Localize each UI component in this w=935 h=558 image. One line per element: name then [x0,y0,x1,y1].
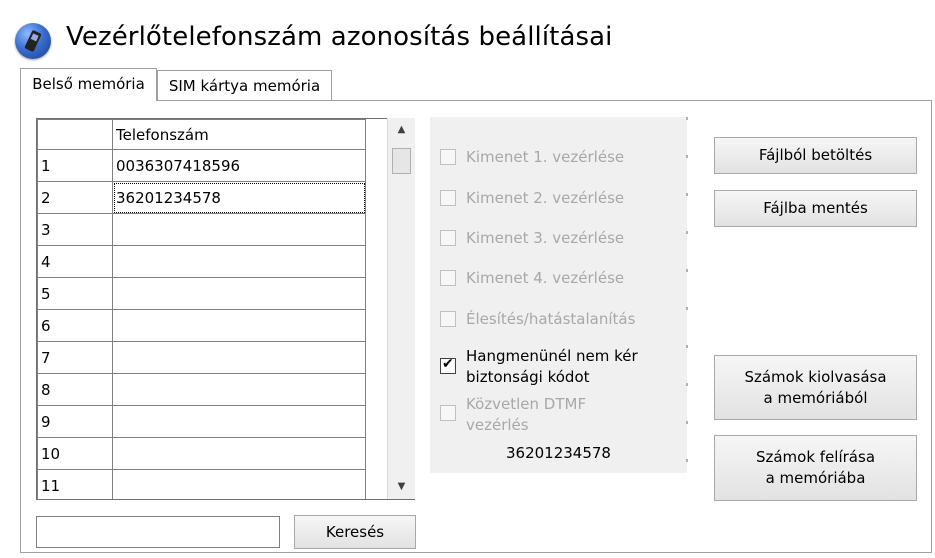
page-title: Vezérlőtelefonszám azonosítás beállítása… [66,22,613,52]
table-row[interactable]: 10 [37,437,366,470]
phone-number-cell[interactable] [112,309,366,342]
checkbox-output-4[interactable] [440,270,456,286]
row-number: 2 [37,181,113,214]
grid-corner-cell [37,119,113,150]
phone-number-cell[interactable] [112,245,366,278]
load-from-file-button[interactable]: Fájlból betöltés [714,137,917,174]
table-row[interactable]: 7 [37,341,366,374]
search-button[interactable]: Keresés [294,515,416,549]
phone-number-cell[interactable] [112,469,366,499]
phone-number-cell[interactable]: 0036307418596 [112,149,366,182]
checkbox-output-3[interactable] [440,230,456,246]
table-row[interactable]: 11 [37,469,366,499]
row-number: 10 [37,437,113,470]
checkbox-direct-dtmf-label-line1: Közvetlen DTMF [466,395,587,413]
checkbox-direct-dtmf[interactable] [440,405,456,421]
table-row[interactable]: 9 [37,405,366,438]
phone-number-cell[interactable] [112,405,366,438]
checkbox-no-security-code-label-line1: Hangmenünél nem kér [466,347,638,365]
write-numbers-label-line1: Számok felírása [755,448,876,466]
group-divider [686,117,688,473]
search-button-label: Keresés [325,522,385,541]
row-number: 8 [37,373,113,406]
row-number: 3 [37,213,113,246]
phone-number-cell[interactable] [112,213,366,246]
checkbox-output-2-label: Kimenet 2. vezérlése [466,189,625,207]
table-row[interactable]: 2 36201234578 [37,181,366,214]
read-numbers-button[interactable]: Számok kiolvasása a memóriából [714,355,917,420]
row-number: 5 [37,277,113,310]
load-from-file-label: Fájlból betöltés [758,146,873,164]
checkbox-direct-dtmf-label-line2: vezérlés [466,416,529,434]
checkbox-output-1-label: Kimenet 1. vezérlése [466,148,625,166]
row-number: 4 [37,245,113,278]
scroll-up-arrow-icon[interactable]: ▲ [388,120,415,140]
table-row[interactable]: 6 [37,309,366,342]
save-to-file-label: Fájlba mentés [763,199,868,217]
phone-number-cell[interactable] [112,341,366,374]
table-row[interactable]: 4 [37,245,366,278]
checkbox-no-security-code-label-line2: biztonsági kódot [466,368,590,386]
read-numbers-label-line1: Számok kiolvasása [744,367,887,386]
checkbox-output-4-label: Kimenet 4. vezérlése [466,269,625,287]
write-numbers-label-line2: a memóriába [765,469,866,487]
read-numbers-label-line2: a memóriából [763,388,868,407]
row-number: 6 [37,309,113,342]
grid-header-row: Telefonszám [37,119,366,150]
checkbox-output-3-label: Kimenet 3. vezérlése [466,229,625,247]
table-row[interactable]: 1 0036307418596 [37,149,366,182]
checkbox-no-security-code[interactable] [440,356,456,374]
tab-internal-memory[interactable]: Belső memória [20,68,157,101]
phone-number-cell[interactable]: 36201234578 [112,181,366,214]
tab-sim-card-memory[interactable]: SIM kártya memória [157,70,332,100]
row-number: 1 [37,149,113,182]
grid-column-header[interactable]: Telefonszám [112,119,366,150]
selected-number-display: 36201234578 [506,444,611,462]
save-to-file-button[interactable]: Fájlba mentés [714,190,917,227]
phone-number-cell[interactable] [112,373,366,406]
phone-number-cell[interactable] [112,277,366,310]
phone-number-cell[interactable] [112,437,366,470]
checkbox-arm-disarm[interactable] [440,311,456,327]
row-number: 9 [37,405,113,438]
phone-number-grid[interactable]: Telefonszám 1 0036307418596 2 36201234578 … [36,118,415,500]
checkbox-output-1[interactable] [440,149,456,165]
checkbox-arm-disarm-label: Élesítés/hatástalanítás [466,310,636,328]
checkbox-output-2[interactable] [440,190,456,206]
scroll-down-arrow-icon[interactable]: ▼ [388,477,415,497]
table-row[interactable]: 3 [37,213,366,246]
scroll-thumb[interactable] [392,148,411,174]
table-row[interactable]: 5 [37,277,366,310]
search-input[interactable] [36,516,280,548]
row-number: 11 [37,469,113,499]
app-logo-icon [15,23,51,59]
grid-vertical-scrollbar[interactable]: ▲ ▼ [387,118,415,499]
row-number: 7 [37,341,113,374]
table-row[interactable]: 8 [37,373,366,406]
write-numbers-button[interactable]: Számok felírása a memóriába [714,435,917,501]
